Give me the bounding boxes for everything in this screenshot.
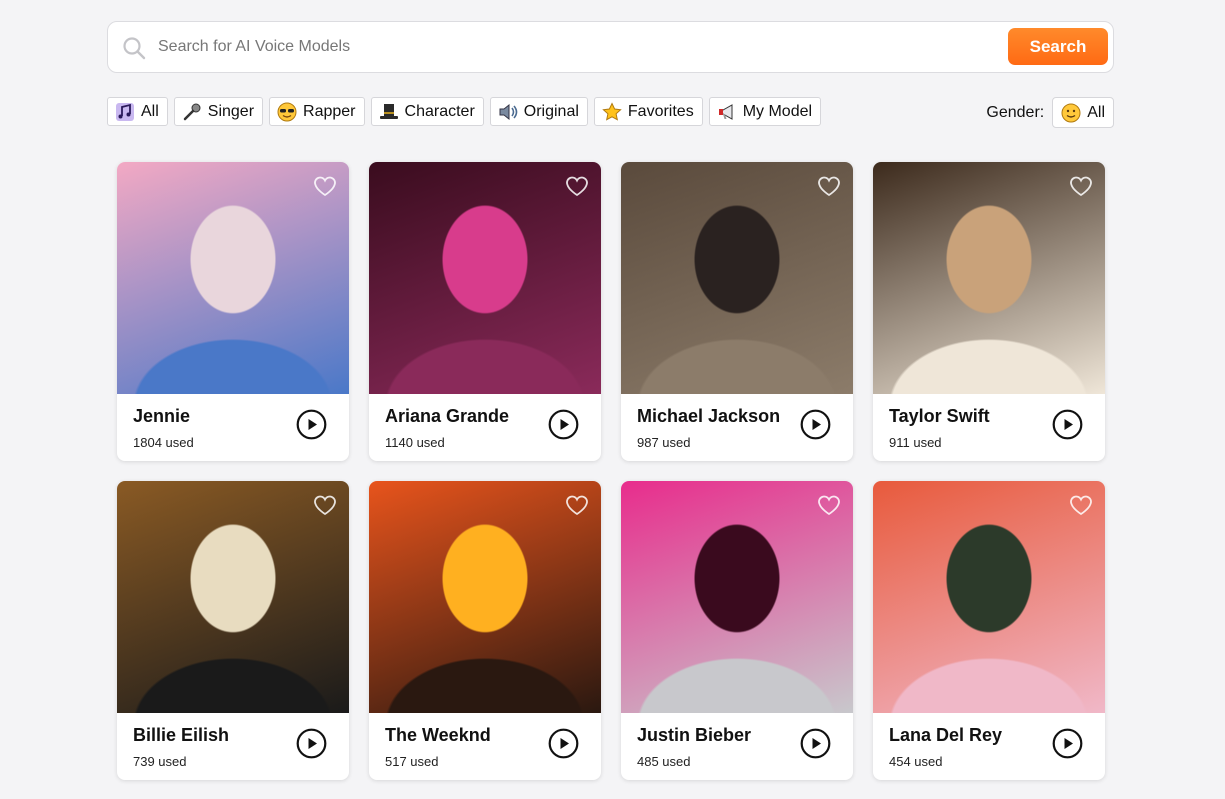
play-icon[interactable] xyxy=(296,409,327,440)
filter-label: My Model xyxy=(742,102,813,120)
search-button[interactable]: Search xyxy=(1008,28,1108,65)
play-icon[interactable] xyxy=(800,409,831,440)
filter-label: Original xyxy=(523,102,579,120)
model-name: The Weeknd xyxy=(385,725,491,745)
model-name: Ariana Grande xyxy=(385,406,510,426)
model-name: Taylor Swift xyxy=(889,406,990,426)
heart-icon[interactable] xyxy=(1069,493,1093,517)
music-note-icon xyxy=(115,102,135,122)
gender-filter: Gender: All xyxy=(986,97,1114,128)
model-card-ariana-grande[interactable]: Ariana Grande 1140 used xyxy=(369,162,601,461)
model-card-justin-bieber[interactable]: Justin Bieber 485 used xyxy=(621,481,853,780)
filter-label: All xyxy=(141,102,159,120)
search-input[interactable] xyxy=(158,32,998,62)
model-name: Lana Del Rey xyxy=(889,725,1003,745)
play-icon[interactable] xyxy=(548,409,579,440)
category-filters: All Singer Rapper Character Original Fav… xyxy=(107,97,822,126)
model-card-taylor-swift[interactable]: Taylor Swift 911 used xyxy=(873,162,1105,461)
filter-my-model[interactable]: My Model xyxy=(708,97,822,126)
filter-singer[interactable]: Singer xyxy=(173,97,264,126)
model-card-the-weeknd[interactable]: The Weeknd 517 used xyxy=(369,481,601,780)
model-used-count: 987 used xyxy=(637,435,691,450)
voice-model-grid: Jennie 1804 used Ariana Grande 1140 used… xyxy=(117,162,1105,780)
model-card-billie-eilish[interactable]: Billie Eilish 739 used xyxy=(117,481,349,780)
heart-icon[interactable] xyxy=(817,493,841,517)
filter-label: Favorites xyxy=(627,102,694,120)
model-card-jennie[interactable]: Jennie 1804 used xyxy=(117,162,349,461)
model-name: Michael Jackson xyxy=(637,406,781,426)
play-icon[interactable] xyxy=(296,728,327,759)
star-icon xyxy=(602,101,622,122)
model-used-count: 739 used xyxy=(133,754,187,769)
model-name: Jennie xyxy=(133,406,191,426)
gender-select[interactable]: All xyxy=(1052,97,1114,128)
gender-label: Gender: xyxy=(986,103,1045,121)
model-used-count: 454 used xyxy=(889,754,943,769)
speaker-icon xyxy=(498,102,518,122)
filter-label: Singer xyxy=(207,102,255,120)
filter-favorites[interactable]: Favorites xyxy=(593,97,703,126)
filter-rapper[interactable]: Rapper xyxy=(269,97,365,126)
play-icon[interactable] xyxy=(800,728,831,759)
smiley-face-icon xyxy=(1061,103,1081,123)
megaphone-icon xyxy=(717,102,737,122)
filter-label: Rapper xyxy=(303,102,356,120)
gender-value: All xyxy=(1087,103,1105,121)
model-name: Billie Eilish xyxy=(133,725,230,745)
top-hat-icon xyxy=(379,102,399,122)
heart-icon[interactable] xyxy=(1069,174,1093,198)
play-icon[interactable] xyxy=(1052,409,1083,440)
model-card-lana-del-rey[interactable]: Lana Del Rey 454 used xyxy=(873,481,1105,780)
heart-icon[interactable] xyxy=(313,174,337,198)
model-card-michael-jackson[interactable]: Michael Jackson 987 used xyxy=(621,162,853,461)
filter-all[interactable]: All xyxy=(107,97,168,126)
heart-icon[interactable] xyxy=(565,174,589,198)
filter-character[interactable]: Character xyxy=(370,97,484,126)
model-used-count: 1140 used xyxy=(385,435,445,450)
search-icon xyxy=(123,37,146,60)
filter-label: Character xyxy=(404,102,475,120)
model-used-count: 911 used xyxy=(889,435,942,450)
model-used-count: 517 used xyxy=(385,754,439,769)
heart-icon[interactable] xyxy=(313,493,337,517)
model-name: Justin Bieber xyxy=(637,725,752,745)
model-used-count: 1804 used xyxy=(133,435,194,450)
sunglasses-face-icon xyxy=(277,102,297,122)
play-icon[interactable] xyxy=(1052,728,1083,759)
search-bar: Search xyxy=(107,21,1114,73)
play-icon[interactable] xyxy=(548,728,579,759)
heart-icon[interactable] xyxy=(817,174,841,198)
model-used-count: 485 used xyxy=(637,754,691,769)
heart-icon[interactable] xyxy=(565,493,589,517)
filter-original[interactable]: Original xyxy=(489,97,588,126)
microphone-icon xyxy=(182,102,202,122)
